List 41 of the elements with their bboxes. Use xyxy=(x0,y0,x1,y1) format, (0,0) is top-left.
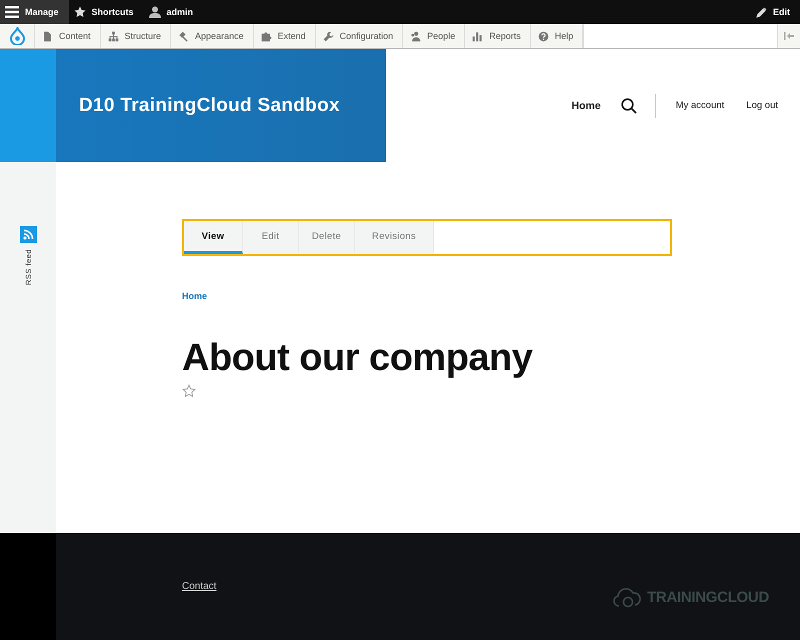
toolbar-tab[interactable]: Manage xyxy=(0,0,69,24)
menu-item[interactable]: Configuration xyxy=(316,24,404,48)
toolbar-tab[interactable]: Shortcuts xyxy=(68,0,144,24)
tab[interactable]: Revisions xyxy=(355,221,434,254)
tab[interactable]: Edit xyxy=(243,221,299,254)
star-icon xyxy=(74,6,86,18)
nav-link[interactable]: Log out xyxy=(746,100,778,111)
toolbar-tab[interactable]: admin xyxy=(144,0,204,24)
menu-item[interactable]: Extend xyxy=(254,24,316,48)
star-icon[interactable] xyxy=(182,384,196,398)
bar-chart-icon xyxy=(472,30,484,42)
site-name[interactable]: D10 TrainingCloud Sandbox xyxy=(79,94,340,116)
menu-item[interactable]: People xyxy=(403,24,466,48)
drop-logo-icon[interactable] xyxy=(10,27,24,45)
nav-link[interactable]: My account xyxy=(676,100,724,111)
user-icon xyxy=(148,6,161,18)
edit-button[interactable]: Edit xyxy=(751,0,800,24)
footer-link[interactable]: Contact xyxy=(182,581,216,592)
help-icon xyxy=(538,30,549,42)
nav-link[interactable]: Home xyxy=(572,100,601,112)
menu-icon xyxy=(5,6,19,18)
menu-item[interactable]: Structure xyxy=(100,24,172,48)
puzzle-icon xyxy=(260,30,272,42)
wrench-icon xyxy=(322,30,334,42)
collapse-icon[interactable] xyxy=(784,31,794,41)
menu-item[interactable]: Reports xyxy=(465,24,531,48)
menu-item[interactable]: Appearance xyxy=(171,24,254,48)
page-title: About our company xyxy=(182,337,534,380)
rss-icon[interactable] xyxy=(20,226,36,243)
cloud-icon xyxy=(612,585,642,609)
brush-icon xyxy=(178,30,190,42)
breadcrumb-link[interactable]: Home xyxy=(182,291,208,301)
people-icon xyxy=(410,30,422,42)
pencil-icon xyxy=(756,6,767,18)
tab[interactable]: Delete xyxy=(299,221,355,254)
page-icon xyxy=(42,30,53,42)
tab[interactable]: View xyxy=(184,221,243,254)
menu-item[interactable]: Content xyxy=(35,24,101,48)
search-icon[interactable] xyxy=(620,98,637,114)
hierarchy-icon xyxy=(108,30,119,42)
logo-text: TRAININGCLOUD xyxy=(647,588,769,606)
